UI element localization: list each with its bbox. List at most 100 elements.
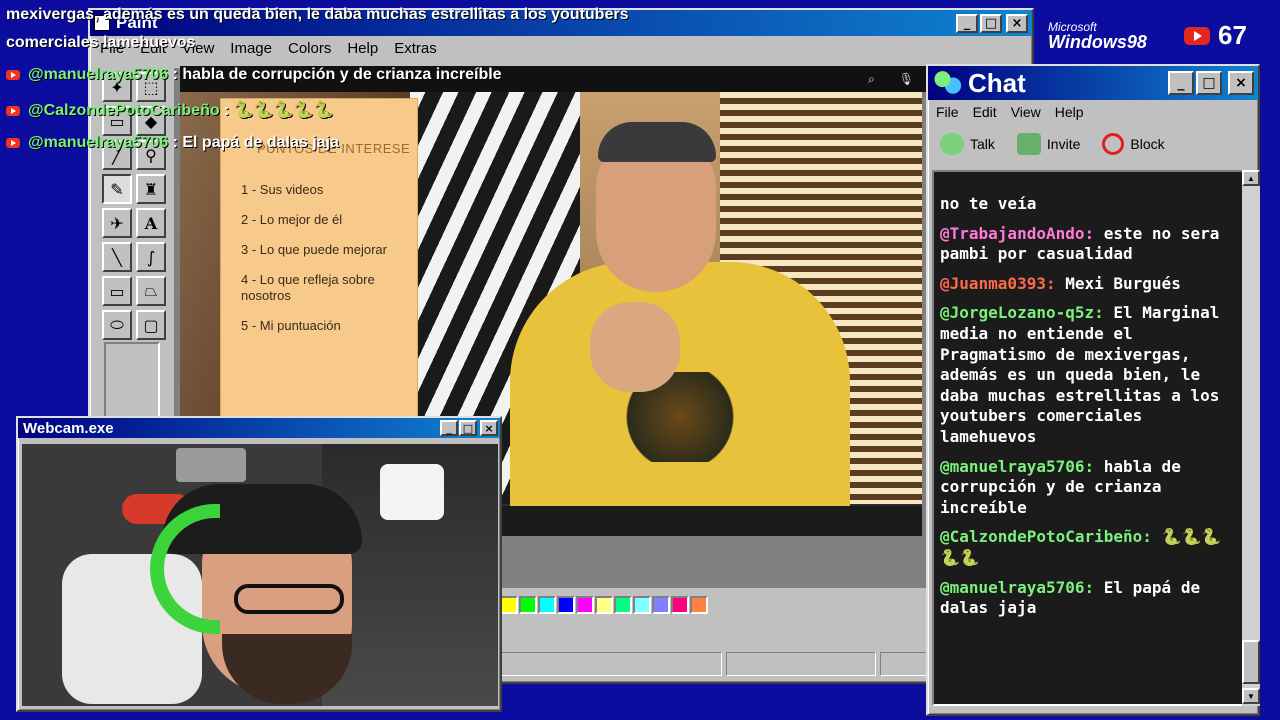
chat-username[interactable]: @TrabajandoAndo:: [940, 224, 1094, 243]
menu-extras[interactable]: Extras: [394, 40, 437, 57]
chat-message: @JorgeLozano-q5z: El Marginal media no e…: [940, 303, 1238, 447]
chat-username[interactable]: @JorgeLozano-q5z:: [940, 303, 1104, 322]
chat-message: @Juanma0393: Mexi Burgués: [940, 274, 1238, 295]
palette-swatch[interactable]: [690, 596, 708, 614]
palette-swatch[interactable]: [500, 596, 518, 614]
invite-button[interactable]: Invite: [1016, 133, 1080, 155]
overlay-username: @manuelraya5706: [28, 66, 169, 83]
video-person-hand: [590, 302, 680, 392]
palette-swatch[interactable]: [652, 596, 670, 614]
close-button[interactable]: ×: [1228, 71, 1254, 95]
chat-username[interactable]: @manuelraya5706:: [940, 457, 1094, 476]
chat-users-icon: [932, 70, 962, 96]
palette-swatch[interactable]: [671, 596, 689, 614]
color-palette: [500, 596, 708, 618]
rounded-rect-icon[interactable]: ▢: [136, 310, 166, 340]
overlay-username: @CalzondePotoCaribeño: [28, 102, 220, 119]
paint-statusbar: [500, 652, 928, 678]
overlay-line: comerciales lamehuevos: [6, 34, 196, 51]
minimize-button[interactable]: _: [956, 13, 978, 33]
palette-swatch[interactable]: [614, 596, 632, 614]
chat-titlebar[interactable]: Chat _ □ ×: [928, 66, 1258, 100]
menu-file[interactable]: File: [936, 104, 959, 120]
chat-text: Mexi Burgués: [1055, 273, 1181, 293]
menu-view[interactable]: View: [1011, 104, 1041, 120]
rect-icon[interactable]: ▭: [102, 276, 132, 306]
windows98-logo: Microsoft Windows98: [1048, 20, 1147, 53]
chat-message: @TrabajandoAndo: este no sera pambi por …: [940, 224, 1238, 265]
scroll-up-icon[interactable]: ▲: [1242, 170, 1260, 186]
maximize-button[interactable]: □: [980, 13, 1002, 33]
minimize-button[interactable]: _: [440, 420, 458, 436]
menu-image[interactable]: Image: [230, 40, 272, 57]
paper-item: 4 - Lo que refleja sobre nosotros: [241, 272, 375, 303]
polygon-icon[interactable]: ⏢: [136, 276, 166, 306]
palette-swatch[interactable]: [576, 596, 594, 614]
block-icon: [1102, 133, 1125, 155]
paper-item: 3 - Lo que puede mejorar: [241, 242, 387, 257]
maximize-button[interactable]: □: [459, 420, 477, 436]
chat-text: no te veía: [940, 194, 1037, 213]
webcam-feed: [22, 444, 498, 706]
chat-message: @CalzondePotoCaribeño: 🐍🐍🐍🐍🐍: [940, 527, 1238, 568]
overlay-text: El papá de dalas jaja: [182, 134, 339, 151]
scroll-thumb[interactable]: [1242, 640, 1260, 684]
overlay-sep: :: [168, 66, 183, 83]
block-label: Block: [1130, 136, 1165, 152]
paint-menubar: File Edit View Image Colors Help Extras: [90, 36, 1032, 60]
palette-swatch[interactable]: [633, 596, 651, 614]
search-icon[interactable]: ⌕: [868, 72, 875, 87]
tool-options[interactable]: [104, 342, 160, 422]
menu-edit[interactable]: Edit: [973, 104, 997, 120]
palette-swatch[interactable]: [557, 596, 575, 614]
menu-colors[interactable]: Colors: [288, 40, 331, 57]
mic-icon[interactable]: 🎙: [899, 72, 914, 86]
chat-scrollbar[interactable]: ▲ ▼: [1242, 170, 1260, 706]
maximize-button[interactable]: □: [1196, 71, 1222, 95]
chat-log[interactable]: no te veía @TrabajandoAndo: este no sera …: [932, 170, 1244, 706]
webcam-title: Webcam.exe: [23, 419, 114, 437]
line-icon[interactable]: ╲: [102, 242, 132, 272]
close-button[interactable]: ×: [480, 420, 498, 436]
webcam-titlebar[interactable]: Webcam.exe _ □ ×: [18, 418, 500, 438]
status-cell: [880, 652, 928, 676]
talk-button[interactable]: Talk: [940, 133, 995, 155]
menu-help[interactable]: Help: [347, 40, 378, 57]
overlay-text: habla de corrupción y de crianza increíb…: [182, 66, 502, 83]
palette-swatch[interactable]: [519, 596, 537, 614]
palette-swatch[interactable]: [595, 596, 613, 614]
youtube-icon: [6, 137, 20, 148]
subscriber-counter: 67: [1184, 20, 1247, 51]
chat-title: Chat: [968, 67, 1026, 98]
text-icon[interactable]: A: [136, 208, 166, 238]
chat-menubar: File Edit View Help: [928, 100, 1258, 124]
brush-icon[interactable]: ♜: [136, 174, 166, 204]
close-button[interactable]: ×: [1006, 13, 1028, 33]
palette-swatch[interactable]: [538, 596, 556, 614]
youtube-icon: [6, 69, 20, 80]
chat-username[interactable]: @manuelraya5706:: [940, 578, 1094, 597]
block-button[interactable]: Block: [1102, 133, 1165, 155]
webcam-window: Webcam.exe _ □ ×: [16, 416, 502, 712]
pencil-icon[interactable]: ✎: [102, 174, 132, 204]
scroll-down-icon[interactable]: ▼: [1242, 688, 1260, 704]
paper-item: 5 - Mi puntuación: [241, 318, 341, 333]
chat-username[interactable]: @CalzondePotoCaribeño:: [940, 527, 1152, 546]
chat-text: El Marginal media no entiende el Pragmat…: [940, 303, 1220, 446]
youtube-icon: [6, 105, 20, 116]
status-cell: [500, 652, 722, 676]
curve-icon[interactable]: ∫: [136, 242, 166, 272]
minimize-button[interactable]: _: [1168, 71, 1194, 95]
cam-tv: [176, 448, 246, 482]
paper-item: 1 - Sus videos: [241, 182, 324, 197]
subscriber-count: 67: [1218, 20, 1247, 50]
airbrush-icon[interactable]: ✈: [102, 208, 132, 238]
paint-toolbox: ✦ ⬚ ▭ ◆ ╱ ⚲ ✎ ♜ ✈ A ╲ ∫ ▭ ⏢ ⬭ ▢: [98, 70, 168, 430]
cam-tissue-roll: [380, 464, 444, 520]
chat-message: @manuelraya5706: El papá de dalas jaja: [940, 578, 1238, 619]
overlay-username: @manuelraya5706: [28, 134, 169, 151]
ellipse-icon[interactable]: ⬭: [102, 310, 132, 340]
chat-username[interactable]: @Juanma0393:: [940, 274, 1056, 293]
menu-help[interactable]: Help: [1055, 104, 1084, 120]
cam-person-glasses: [234, 584, 344, 614]
